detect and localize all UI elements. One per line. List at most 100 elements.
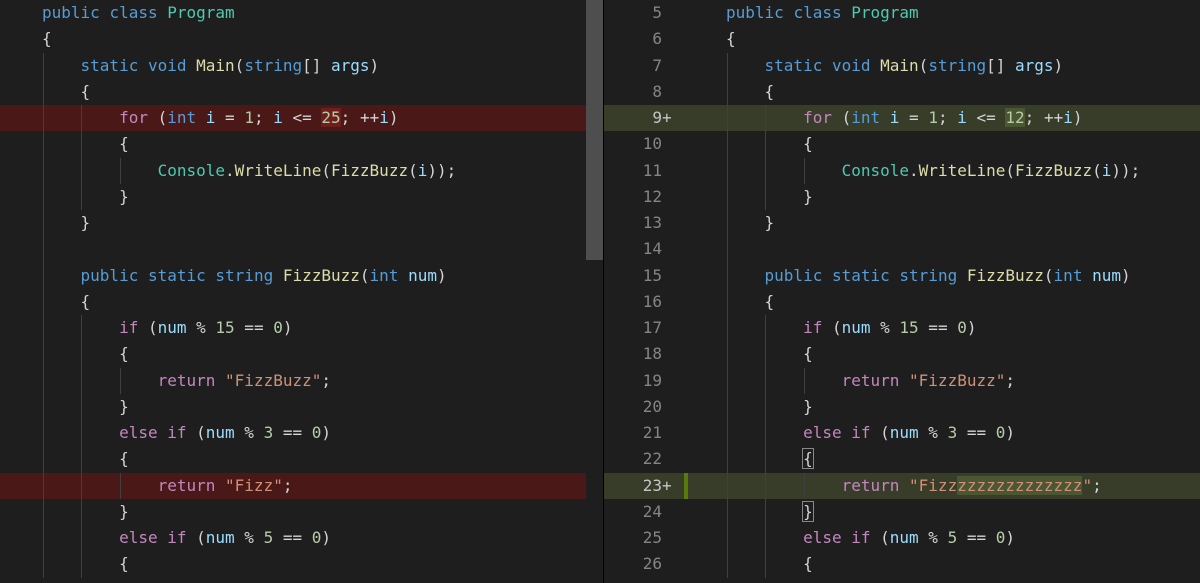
code-text[interactable]: for (int i = 1; i <= 12; ++i) [726, 105, 1082, 131]
code-line[interactable]: static void Main(string[] args) [0, 53, 586, 79]
code-text[interactable]: else if (num % 5 == 0) [42, 525, 331, 551]
code-token: 3 [263, 423, 274, 442]
code-text[interactable]: } [726, 184, 813, 210]
code-text[interactable]: public class Program [726, 0, 919, 26]
code-text[interactable]: static void Main(string[] args) [726, 53, 1064, 79]
code-text[interactable]: if (num % 15 == 0) [726, 315, 976, 341]
code-line[interactable]: public class Program [0, 0, 586, 26]
code-text[interactable]: return "Fizz"; [42, 473, 293, 499]
code-line[interactable]: if (num % 15 == 0) [0, 315, 586, 341]
code-line[interactable] [0, 236, 586, 262]
code-text[interactable]: { [726, 289, 775, 315]
code-text[interactable]: } [42, 499, 129, 525]
code-text[interactable]: { [726, 79, 775, 105]
code-line[interactable]: 7 static void Main(string[] args) [604, 53, 1200, 79]
code-text[interactable]: { [42, 26, 52, 52]
code-token: ( [822, 318, 842, 337]
deleted-line[interactable]: for (int i = 1; i <= 25; ++i) [0, 105, 586, 132]
code-line[interactable]: 20 } [604, 394, 1200, 420]
code-text[interactable]: if (num % 15 == 0) [42, 315, 292, 341]
code-line[interactable]: 19 return "FizzBuzz"; [604, 368, 1200, 394]
scrollbar-thumb[interactable] [586, 0, 604, 260]
code-line[interactable]: } [0, 394, 586, 420]
code-line[interactable]: } [0, 184, 586, 210]
code-text[interactable]: else if (num % 3 == 0) [42, 420, 331, 446]
code-line[interactable]: } [0, 499, 586, 525]
code-line[interactable]: { [0, 79, 586, 105]
original-editor-pane[interactable]: public class Program{ static void Main(s… [0, 0, 586, 583]
code-text[interactable]: return "FizzBuzz"; [42, 368, 331, 394]
code-token: "Fizz" [225, 475, 283, 495]
code-text[interactable]: { [726, 131, 813, 157]
code-text[interactable]: else if (num % 3 == 0) [726, 420, 1015, 446]
code-text[interactable]: public class Program [42, 0, 235, 26]
code-text[interactable]: { [726, 341, 813, 367]
code-line[interactable]: return "FizzBuzz"; [0, 368, 586, 394]
code-text[interactable]: static void Main(string[] args) [42, 53, 380, 79]
code-line[interactable]: 22 { [604, 446, 1200, 472]
code-line[interactable]: 8 { [604, 79, 1200, 105]
code-text[interactable]: { [726, 551, 813, 577]
code-text[interactable]: else if (num % 5 == 0) [726, 525, 1015, 551]
code-line[interactable]: 10 { [604, 131, 1200, 157]
indent-guide [803, 157, 805, 184]
code-text[interactable]: public static string FizzBuzz(int num) [42, 263, 447, 289]
code-text[interactable]: for (int i = 1; i <= 25; ++i) [42, 105, 398, 131]
code-text[interactable]: { [726, 446, 814, 472]
code-line[interactable]: { [0, 446, 586, 472]
indent-guide [765, 315, 767, 578]
code-line[interactable]: { [0, 26, 586, 52]
code-text[interactable]: Console.WriteLine(FizzBuzz(i)); [42, 158, 457, 184]
code-text[interactable]: { [42, 79, 91, 105]
code-text[interactable]: } [42, 210, 91, 236]
modified-editor-pane[interactable]: 5 public class Program 6{7 static void Mai… [604, 0, 1200, 583]
code-text[interactable]: { [42, 446, 129, 472]
code-token: i [1063, 108, 1073, 127]
code-line[interactable]: { [0, 551, 586, 577]
added-line[interactable]: 9 + for (int i = 1; i <= 12; ++i) [604, 105, 1200, 132]
code-text[interactable]: Console.WriteLine(FizzBuzz(i)); [726, 158, 1141, 184]
code-token: 0 [311, 423, 322, 442]
code-line[interactable]: 13 } [604, 210, 1200, 236]
code-text[interactable]: { [42, 341, 129, 367]
code-token: )); [427, 160, 457, 180]
code-line[interactable]: 16 { [604, 289, 1200, 315]
code-line[interactable]: 12 } [604, 184, 1200, 210]
code-line[interactable]: { [0, 289, 586, 315]
code-line[interactable]: else if (num % 3 == 0) [0, 420, 586, 446]
code-line[interactable]: 18 { [604, 341, 1200, 367]
deleted-line[interactable]: return "Fizz"; [0, 472, 586, 499]
code-line[interactable]: { [0, 341, 586, 367]
code-line[interactable]: 17 if (num % 15 == 0) [604, 315, 1200, 341]
code-text[interactable]: { [42, 131, 129, 157]
code-text[interactable]: } [726, 499, 814, 525]
code-line[interactable]: { [0, 131, 586, 157]
code-text[interactable]: public static string FizzBuzz(int num) [726, 263, 1131, 289]
original-editor-scrollbar[interactable] [586, 0, 604, 583]
code-text[interactable]: } [42, 184, 129, 210]
code-line[interactable]: 6{ [604, 26, 1200, 52]
code-line[interactable]: 26 { [604, 551, 1200, 577]
code-token: { [726, 291, 775, 311]
code-line[interactable]: 14 [604, 236, 1200, 262]
code-line[interactable]: 11 Console.WriteLine(FizzBuzz(i)); [604, 158, 1200, 184]
code-line[interactable]: 25 else if (num % 5 == 0) [604, 525, 1200, 551]
code-line[interactable]: 21 else if (num % 3 == 0) [604, 420, 1200, 446]
code-text[interactable]: { [726, 26, 736, 52]
code-line[interactable]: public static string FizzBuzz(int num) [0, 263, 586, 289]
code-line[interactable]: else if (num % 5 == 0) [0, 525, 586, 551]
code-text[interactable]: return "FizzBuzz"; [726, 368, 1015, 394]
code-text[interactable]: } [42, 394, 129, 420]
code-line[interactable]: 24 } [604, 499, 1200, 525]
code-text[interactable]: return "Fizzzzzzzzzzzzzzz"; [726, 473, 1102, 499]
code-text[interactable]: { [42, 551, 129, 577]
code-line[interactable]: 15 public static string FizzBuzz(int num… [604, 263, 1200, 289]
code-token: ( [1005, 160, 1016, 180]
code-text[interactable]: } [726, 394, 813, 420]
code-line[interactable]: } [0, 210, 586, 236]
code-text[interactable]: } [726, 210, 775, 236]
code-line[interactable]: 5 public class Program [604, 0, 1200, 26]
added-line[interactable]: 23 + return "Fizzzzzzzzzzzzzzz"; [604, 472, 1200, 499]
code-text[interactable]: { [42, 289, 91, 315]
code-line[interactable]: Console.WriteLine(FizzBuzz(i)); [0, 158, 586, 184]
